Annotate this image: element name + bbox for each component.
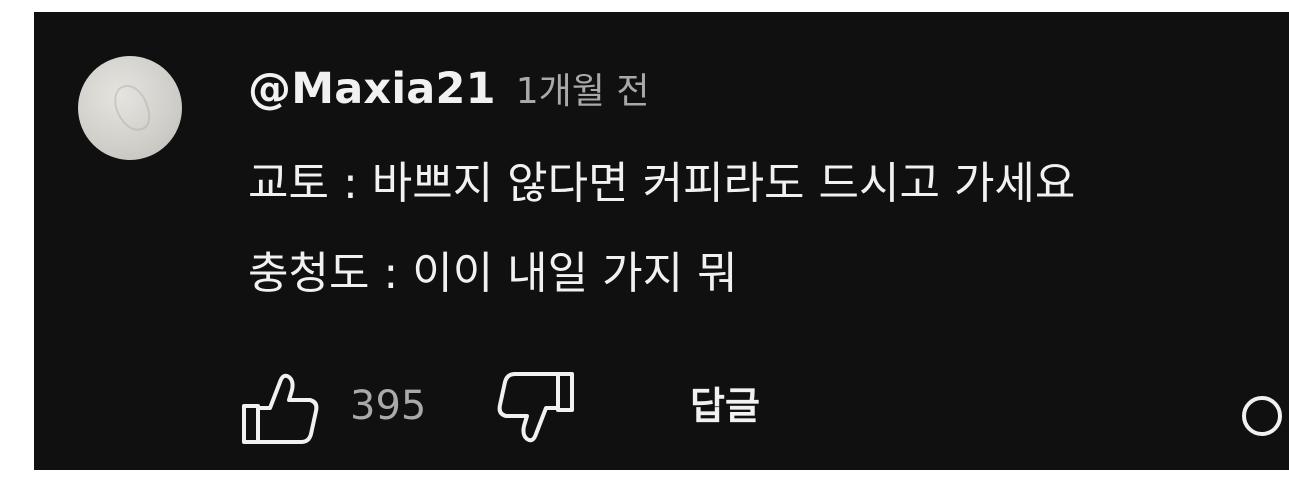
dislike-button[interactable] xyxy=(496,368,576,448)
comment-header: @Maxia21 1개월 전 xyxy=(248,62,649,122)
comment-author[interactable]: @Maxia21 xyxy=(248,64,496,114)
like-button[interactable] xyxy=(240,368,320,448)
comment-text-line: 교토 : 바쁘지 않다면 커피라도 드시고 가세요 xyxy=(248,158,1076,209)
comment-timestamp[interactable]: 1개월 전 xyxy=(516,62,650,114)
thumbs-up-icon xyxy=(242,373,319,444)
comment-card: @Maxia21 1개월 전 교토 : 바쁘지 않다면 커피라도 드시고 가세요… xyxy=(34,12,1289,470)
comment-text-line: 충청도 : 이이 내일 가지 뭐 xyxy=(248,248,738,299)
overflow-menu-icon[interactable] xyxy=(1242,396,1282,436)
like-count: 395 xyxy=(350,383,427,429)
avatar[interactable] xyxy=(78,56,182,160)
comment-actions: 395 답글 xyxy=(240,368,940,448)
reply-button[interactable]: 답글 xyxy=(690,378,760,434)
avatar-image xyxy=(109,80,155,136)
thumbs-down-icon xyxy=(497,372,574,443)
